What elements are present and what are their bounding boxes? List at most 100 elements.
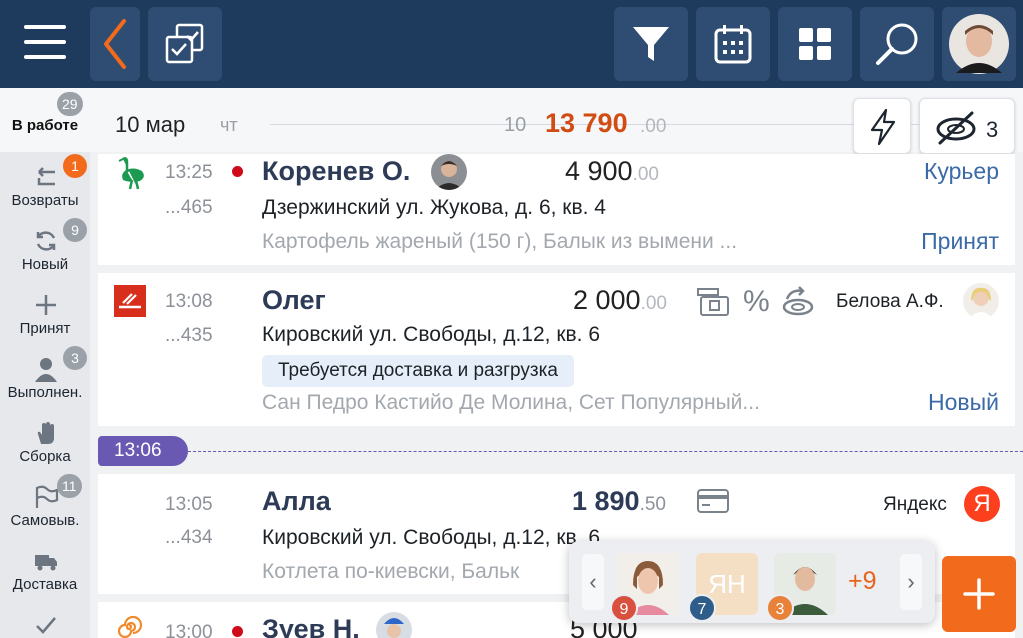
search-button[interactable]: [860, 7, 934, 81]
sidebar-item-completed[interactable]: [0, 602, 90, 638]
customer-name: Коренев О.: [262, 156, 411, 186]
delivery-channel: Курьер: [924, 158, 999, 184]
order-sum: 4 900.00: [565, 156, 659, 187]
assigned-person: Белова А.Ф.: [836, 291, 944, 312]
sidebar-badge: 29: [57, 92, 83, 116]
sidebar-item-label: Выполнен.: [7, 384, 83, 401]
sidebar-item-pickup[interactable]: 11 Самовыв.: [0, 474, 90, 538]
day-order-count: 10: [504, 114, 527, 136]
order-items: Сан Педро Кастийо Де Молина, Сет Популяр…: [262, 391, 760, 414]
day-date: 10 мар: [115, 112, 186, 137]
sidebar-item-label: Новый: [21, 256, 69, 273]
customer-avatar: [431, 154, 467, 190]
current-time-label: 13:06: [98, 436, 188, 466]
customer-name: Алла: [262, 486, 331, 516]
order-number: ...435: [165, 325, 213, 346]
truck-icon: [35, 555, 57, 571]
sidebar-item-done[interactable]: 3 Выполнен.: [0, 346, 90, 410]
order-sum: 1 890.50: [572, 486, 666, 517]
order-time: 13:25: [165, 162, 213, 183]
order-status: Новый: [928, 389, 999, 415]
order-sum-cents: .00: [632, 164, 659, 185]
sidebar-item-delivery[interactable]: Доставка: [0, 538, 90, 602]
customer-name: Зуев Н.: [262, 614, 360, 638]
order-time: 13:05: [165, 494, 213, 515]
menu-icon[interactable]: [24, 25, 66, 63]
user-avatar: [949, 14, 1009, 74]
calendar-button[interactable]: [696, 7, 770, 81]
yandex-logo: Я: [964, 486, 1000, 522]
order-sum: 2 000.00: [573, 285, 667, 316]
order-sum-value: 4 900: [565, 156, 633, 186]
urgent-dot: [232, 626, 243, 637]
staff-order-count: 7: [688, 594, 716, 622]
sidebar-item-returns[interactable]: 1 Возвраты: [0, 154, 90, 218]
order-sum-value: 1 890: [572, 486, 640, 516]
order-address: Дзержинский ул. Жукова, д. 6, кв. 4: [262, 196, 606, 219]
card-payment-icon: [697, 489, 729, 513]
flag-icon: [35, 485, 59, 508]
order-note-tag: Требуется доставка и разгрузка: [262, 355, 574, 387]
dish-return-icon: [782, 286, 814, 316]
sidebar-badge: 1: [63, 154, 87, 178]
discount-icon: %: [743, 285, 770, 318]
user-avatar-button[interactable]: [942, 7, 1016, 81]
sidebar-badge: 3: [63, 346, 87, 370]
active-staff-popup: ‹ 9 ЯН 7 3 +9 ›: [569, 541, 935, 623]
grid-view-button[interactable]: [778, 7, 852, 81]
hidden-filter-button[interactable]: 3: [919, 98, 1015, 154]
add-order-button[interactable]: [942, 556, 1016, 632]
cash-register-icon: [697, 288, 729, 316]
dish-eye-off-icon: [936, 111, 976, 145]
status-sidebar: 29 В работе 1 Возвраты 9 Новый Принят 3 …: [0, 88, 90, 638]
person-icon: [35, 358, 57, 382]
day-total-cents: .00: [640, 116, 667, 137]
sidebar-item-label: Сборка: [19, 448, 71, 465]
ostrich-icon: [118, 157, 144, 190]
popup-next-button[interactable]: ›: [900, 554, 922, 610]
hand-icon: [37, 422, 54, 444]
refresh-icon: [36, 231, 56, 251]
sidebar-item-assembly[interactable]: Сборка: [0, 410, 90, 474]
sidebar-item-accepted[interactable]: Принят: [0, 282, 90, 346]
person-avatar: [963, 283, 999, 319]
select-mode-button[interactable]: [148, 7, 222, 81]
sidebar-badge: 9: [63, 218, 87, 242]
chevron-left-icon: [104, 19, 126, 69]
order-source: Яндекс: [883, 494, 947, 515]
back-button[interactable]: [90, 7, 140, 81]
grid-icon: [799, 28, 831, 60]
sidebar-item-label: Принят: [19, 320, 71, 337]
order-sum-cents: .50: [639, 494, 666, 515]
spiral-logo-icon: [117, 615, 143, 638]
sidebar-item-new[interactable]: 9 Новый: [0, 218, 90, 282]
order-card[interactable]: 13:08 ...435 Олег 2 000.00 % Белова А.Ф.…: [98, 273, 1015, 426]
order-items: Котлета по-киевски, Бальк: [262, 560, 520, 583]
order-address: Кировский ул. Свободы, д.12, кв. 6: [262, 323, 601, 346]
order-card[interactable]: 13:25 ...465 Коренев О. 4 900.00 Курьер …: [98, 154, 1015, 265]
multi-check-icon: [165, 23, 204, 64]
filter-button[interactable]: [614, 7, 688, 81]
customer-avatar: [376, 612, 412, 638]
staff-order-count: 3: [766, 594, 794, 622]
sidebar-item-in-work[interactable]: 29 В работе: [0, 88, 90, 152]
search-icon: [876, 23, 918, 65]
order-sum-value: 2 000: [573, 285, 641, 315]
return-icon: [37, 167, 55, 186]
quick-action-button[interactable]: [853, 98, 911, 154]
staff-order-count: 9: [610, 594, 638, 622]
order-items: Картофель жареный (150 г), Балык из выме…: [262, 230, 738, 253]
sidebar-badge: 11: [57, 474, 82, 498]
order-number: ...465: [165, 197, 213, 218]
sidebar-item-label: В работе: [11, 117, 79, 134]
hidden-count: 3: [986, 117, 999, 142]
check-icon: [36, 617, 56, 634]
plus-icon: [963, 578, 995, 610]
current-time-marker: 13:06: [98, 436, 1023, 466]
order-address: Кировский ул. Свободы, д.12, кв. 6: [262, 526, 601, 549]
order-time: 13:00: [165, 622, 213, 638]
customer-name: Олег: [262, 285, 326, 315]
more-staff-count[interactable]: +9: [848, 567, 877, 596]
order-time: 13:08: [165, 291, 213, 312]
popup-prev-button[interactable]: ‹: [582, 554, 604, 610]
